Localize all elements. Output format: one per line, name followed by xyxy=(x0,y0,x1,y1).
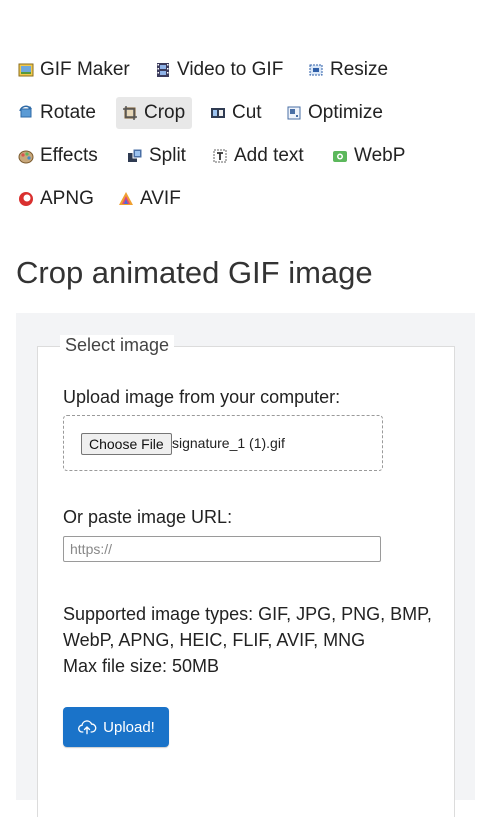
tool-video-to-gif[interactable]: Video to GIF xyxy=(155,54,283,86)
apng-icon xyxy=(18,191,34,207)
rotate-icon xyxy=(18,105,34,121)
select-image-fieldset: Select image Upload image from your comp… xyxy=(37,335,455,817)
file-drop-area[interactable]: Choose File signature_1 (1).gif xyxy=(63,415,383,471)
tool-label: Crop xyxy=(144,102,186,123)
tool-label: WebP xyxy=(354,145,406,166)
tool-label: Split xyxy=(149,145,186,166)
tool-optimize[interactable]: Optimize xyxy=(286,97,383,129)
tool-label: AVIF xyxy=(140,188,181,209)
tool-gif-maker[interactable]: GIF Maker xyxy=(18,54,130,86)
tool-cut[interactable]: Cut xyxy=(210,97,262,129)
upload-button-label: Upload! xyxy=(103,718,155,736)
supported-types-line: Supported image types: GIF, JPG, PNG, BM… xyxy=(63,604,432,624)
tool-effects[interactable]: Effects xyxy=(18,140,98,172)
choose-file-button[interactable]: Choose File xyxy=(81,433,172,455)
tool-label: Optimize xyxy=(308,102,383,123)
crop-icon xyxy=(122,105,138,121)
max-file-size: Max file size: 50MB xyxy=(63,656,220,676)
cloud-upload-icon xyxy=(78,720,97,735)
selected-file-name: signature_1 (1).gif xyxy=(172,435,285,451)
tool-avif[interactable]: AVIF xyxy=(118,183,181,215)
supported-types-line: WebP, APNG, HEIC, FLIF, AVIF, MNG xyxy=(63,630,366,650)
fieldset-legend: Select image xyxy=(60,335,175,356)
upload-panel: Select image Upload image from your comp… xyxy=(16,313,475,817)
supported-types-text: Supported image types: GIF, JPG, PNG, BM… xyxy=(63,601,433,679)
resize-icon xyxy=(308,62,324,78)
tool-label: APNG xyxy=(40,188,94,209)
url-label: Or paste image URL: xyxy=(63,507,233,527)
effects-icon xyxy=(18,148,34,164)
film-icon xyxy=(155,62,171,78)
add-text-icon xyxy=(212,148,228,164)
tool-webp[interactable]: WebP xyxy=(332,140,405,172)
cut-icon xyxy=(210,105,226,121)
split-icon xyxy=(127,148,143,164)
tool-label: Cut xyxy=(232,102,262,123)
tool-label: Video to GIF xyxy=(177,59,284,80)
tool-label: Effects xyxy=(40,145,98,166)
tool-add-text[interactable]: Add text xyxy=(212,140,304,172)
page-title: Crop animated GIF image xyxy=(16,255,373,290)
avif-icon xyxy=(118,191,134,207)
upload-label: Upload image from your computer: xyxy=(63,387,341,407)
gif-maker-icon xyxy=(18,62,34,78)
upload-button[interactable]: Upload! xyxy=(63,707,169,747)
tool-label: Rotate xyxy=(40,102,96,123)
tool-resize[interactable]: Resize xyxy=(308,54,388,86)
optimize-icon xyxy=(286,105,302,121)
webp-icon xyxy=(332,148,348,164)
tool-split[interactable]: Split xyxy=(127,140,186,172)
tool-apng[interactable]: APNG xyxy=(18,183,94,215)
tool-crop[interactable]: Crop xyxy=(116,97,192,129)
tool-label: Add text xyxy=(234,145,304,166)
image-url-input[interactable] xyxy=(63,536,381,562)
tool-label: GIF Maker xyxy=(40,59,130,80)
tool-rotate[interactable]: Rotate xyxy=(18,97,96,129)
tool-label: Resize xyxy=(330,59,389,80)
